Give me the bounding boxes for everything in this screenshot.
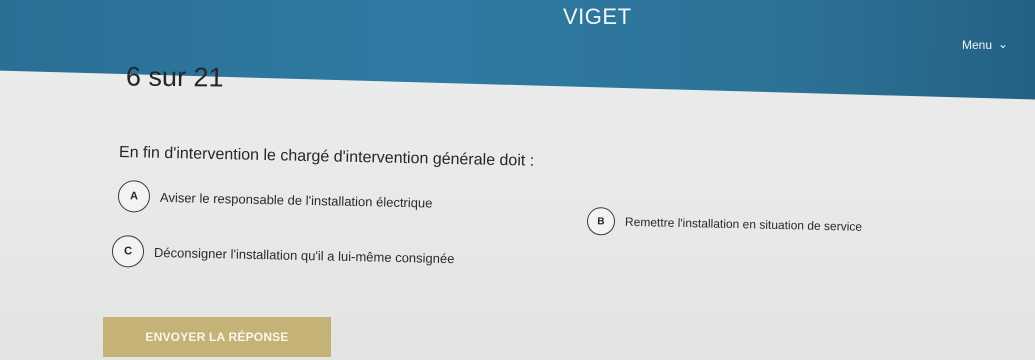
- answer-text: Remettre l'installation en situation de …: [624, 214, 863, 234]
- answer-option-a[interactable]: A Aviser le responsable de l'installatio…: [117, 180, 433, 219]
- menu-label: Menu: [962, 38, 993, 52]
- quiz-screen: VIGET Menu ⌄ 6 sur 21 En fin d'intervent…: [0, 0, 1035, 360]
- answer-text: Aviser le responsable de l'installation …: [159, 189, 433, 211]
- menu-button[interactable]: Menu ⌄: [962, 37, 1009, 52]
- question-text: En fin d'intervention le chargé d'interv…: [118, 144, 535, 170]
- chevron-down-icon: ⌄: [998, 37, 1009, 51]
- answer-text: Déconsigner l'installation qu'il a lui-m…: [153, 244, 455, 266]
- question-counter: 6 sur 21: [125, 61, 224, 93]
- answer-option-b[interactable]: B Remettre l'installation en situation d…: [586, 207, 863, 241]
- brand-logo: VIGET: [563, 4, 632, 29]
- answer-letter-badge: A: [117, 180, 151, 213]
- answer-letter-badge: B: [586, 207, 616, 236]
- submit-answer-button[interactable]: ENVOYER LA RÉPONSE: [103, 317, 331, 357]
- answer-letter-badge: C: [111, 235, 145, 268]
- answer-option-c[interactable]: C Déconsigner l'installation qu'il a lui…: [111, 235, 455, 274]
